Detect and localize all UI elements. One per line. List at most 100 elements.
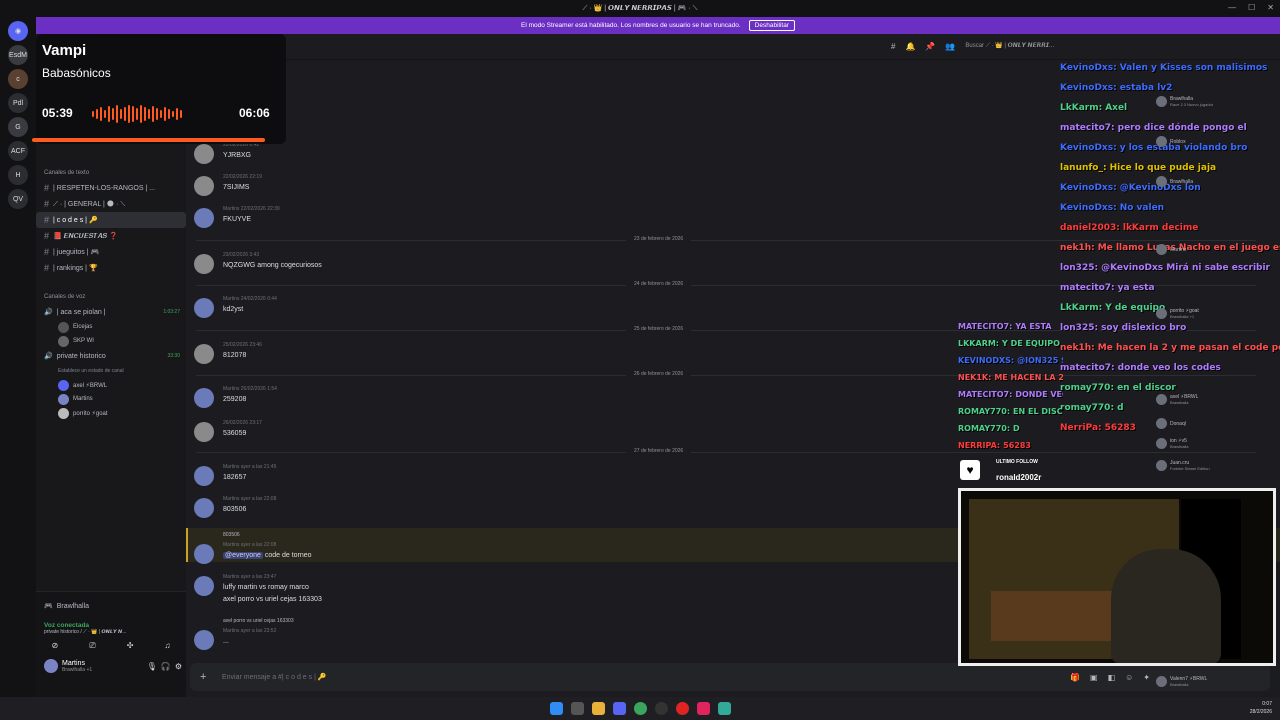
system-clock[interactable]: 0:07 28/2/2026	[1250, 700, 1272, 716]
message-avatar[interactable]	[194, 254, 214, 274]
chat-message[interactable]: Martins ayer a las 22:08 803506	[194, 496, 894, 524]
voice-channels-header[interactable]: Canales de voz	[36, 294, 186, 304]
chat-message[interactable]: Martins ayer a las 23:47 luffy martin vs …	[194, 574, 894, 603]
member-list-item[interactable]: axel ⚡BRWL Brawlhalla	[1156, 394, 1198, 405]
message-avatar[interactable]	[194, 466, 214, 486]
xbox-icon[interactable]	[717, 702, 731, 715]
reply-preview[interactable]: axel porro vs uriel cejas 163303	[223, 618, 294, 624]
message-avatar[interactable]	[194, 208, 214, 228]
member-list-item[interactable]: Juan.cru Fortnite Steam Edition	[1156, 460, 1210, 471]
message-avatar[interactable]	[194, 498, 214, 518]
settings-icon[interactable]: ⚙	[175, 662, 182, 671]
chat-message[interactable]: 22/02/2026 22:19 7SIJIMS	[194, 174, 894, 202]
member-list-item[interactable]: Martins	[1156, 244, 1186, 255]
member-list-item[interactable]: Roblox	[1156, 136, 1186, 147]
voice-member[interactable]: Elcejas	[36, 320, 186, 334]
server-icon[interactable]: H	[8, 165, 28, 185]
member-list-item[interactable]: ion ⚡v5 Brawlhalla	[1156, 438, 1188, 449]
chat-message[interactable]: 23/02/2026 3:43 NQZGWG among cogecuriosos	[194, 252, 894, 280]
pin-icon[interactable]: 📌	[925, 42, 935, 51]
close-icon[interactable]: ✕	[1267, 3, 1274, 12]
chat-message[interactable]: 26/02/2026 23:17 536059	[194, 420, 894, 448]
server-icon[interactable]: G	[8, 117, 28, 137]
member-list-item[interactable]: Valenn7 ⚡BRWL Brawlhalla	[1156, 676, 1207, 687]
maximize-icon[interactable]: ☐	[1248, 3, 1255, 12]
text-channel[interactable]: # | jueguitos | 🎮	[36, 244, 186, 260]
text-channel[interactable]: # | c o d e s | 🔑	[36, 212, 186, 228]
tiktok-icon[interactable]	[696, 702, 710, 715]
chat-message[interactable]: 933007	[194, 74, 894, 102]
chat-message[interactable]: Martins ayer a las 21:45 182657	[194, 464, 894, 492]
soundboard-icon[interactable]: ♫	[164, 641, 170, 651]
chrome-icon[interactable]	[633, 702, 647, 715]
server-icon[interactable]: ACF	[8, 141, 28, 161]
voice-member[interactable]: Martins	[36, 392, 186, 406]
chat-message[interactable]: 25/02/2026 23:46 812078	[194, 342, 894, 370]
voice-member[interactable]: SKP WI	[36, 334, 186, 348]
voice-connected-label[interactable]: Voz conectada	[44, 622, 186, 629]
member-list-item[interactable]: porrito ⚡goat Brawlhalla +1	[1156, 308, 1199, 319]
voice-connected-channel[interactable]: private historico / ⟋ · 👑 | 𝙊𝙉𝙇𝙔 𝙉...	[44, 629, 186, 635]
voice-member[interactable]: porrito ⚡goat	[36, 406, 186, 420]
members-icon[interactable]: 👥	[945, 42, 955, 51]
member-list-item[interactable]: Donaql	[1156, 418, 1186, 429]
server-icon[interactable]: c	[8, 69, 28, 89]
game-activity[interactable]: 🎮 Brawlhalla	[36, 598, 186, 614]
notification-bell-icon[interactable]: 🔔	[905, 42, 915, 51]
message-avatar[interactable]	[194, 630, 214, 650]
member-list-item[interactable]: Brawlhalla	[1156, 176, 1193, 187]
message-avatar[interactable]	[194, 422, 214, 442]
threads-icon[interactable]: #	[891, 42, 895, 51]
message-avatar[interactable]	[194, 144, 214, 164]
message-avatar[interactable]	[194, 298, 214, 318]
minimize-icon[interactable]: —	[1228, 3, 1236, 12]
discord-home-icon[interactable]: ◉	[8, 21, 28, 41]
member-list-item[interactable]: Brawlhalla Race 2.3 Nuevo jugador	[1156, 96, 1213, 107]
task-view-icon[interactable]	[570, 702, 584, 715]
chat-message[interactable]: axel porro vs uriel cejas 163303 Martins …	[194, 618, 894, 656]
server-icon[interactable]: Pdl	[8, 93, 28, 113]
apps-icon[interactable]: ✦	[1143, 673, 1150, 682]
voice-channel-2[interactable]: 🔊 private historico 33:30	[36, 348, 186, 364]
server-icon[interactable]: QV	[8, 189, 28, 209]
mic-icon[interactable]: 🎙	[147, 662, 157, 671]
search-box[interactable]: Buscar ⟋ · 👑 | 𝙊𝙉𝙇𝙔 𝙉𝙀𝙍𝙍𝙄...	[965, 42, 1054, 51]
text-channels-header[interactable]: Canales de texto	[36, 170, 186, 180]
obs-icon[interactable]	[654, 702, 668, 715]
gift-icon[interactable]: 🎁	[1070, 673, 1080, 682]
chat-message[interactable]: Martins 26/02/2026 1:54 259208	[194, 386, 894, 414]
voice-member[interactable]: axel ⚡BRWL	[36, 378, 186, 392]
disable-streamer-button[interactable]: Deshabilitar	[748, 20, 795, 31]
chat-message[interactable]: Martins 24/02/2026 0:44 kd2yst	[194, 296, 894, 324]
text-channel[interactable]: # | rankings | 🏆	[36, 260, 186, 276]
camera-off-icon[interactable]: ⊘	[52, 641, 59, 651]
message-avatar[interactable]	[194, 176, 214, 196]
server-icon[interactable]: EsdM	[8, 45, 28, 65]
user-avatar[interactable]	[44, 659, 58, 673]
everyone-mention[interactable]: @everyone	[223, 552, 263, 559]
headphones-icon[interactable]: 🎧	[161, 662, 171, 671]
message-avatar[interactable]	[194, 576, 214, 596]
sticker-icon[interactable]: ◧	[1108, 673, 1116, 682]
activities-icon[interactable]: ✣	[127, 641, 134, 651]
chat-message[interactable]: 803506 Martins ayer a las 22:08 @everyone …	[194, 532, 894, 570]
channel-status[interactable]: Establece un estado de canal	[36, 364, 186, 378]
text-channel[interactable]: # ⟋ · | GENERAL | 🌑 · ⟍	[36, 196, 186, 212]
message-avatar[interactable]	[194, 344, 214, 364]
message-avatar[interactable]	[194, 544, 214, 564]
add-attachment-icon[interactable]: +	[200, 671, 206, 683]
emoji-icon[interactable]: ☺	[1125, 673, 1133, 682]
voice-channel-1[interactable]: 🔊 | aca se piolan | 1:03:27	[36, 304, 186, 320]
text-channel[interactable]: # 📕 𝑬𝑵𝑪𝑼𝑬𝑺𝑻𝑨𝑺 ❓	[36, 228, 186, 244]
message-avatar[interactable]	[194, 388, 214, 408]
discord-taskbar-icon[interactable]	[612, 702, 626, 715]
youtube-icon[interactable]	[675, 702, 689, 715]
message-input[interactable]: + Enviar mensaje a #| c o d e s | 🔑 🎁 ▣ …	[190, 663, 1270, 691]
screen-share-icon[interactable]: ⎚	[89, 641, 95, 651]
reply-preview[interactable]: 803506	[223, 532, 240, 538]
file-explorer-icon[interactable]	[591, 702, 605, 715]
start-icon[interactable]	[549, 702, 563, 715]
text-channel[interactable]: # | RESPETEN-LOS-RANGOS | ...	[36, 180, 186, 196]
chat-message[interactable]: Martins 22/02/2026 22:39 FKUYVE	[194, 206, 894, 234]
gif-icon[interactable]: ▣	[1090, 673, 1098, 682]
